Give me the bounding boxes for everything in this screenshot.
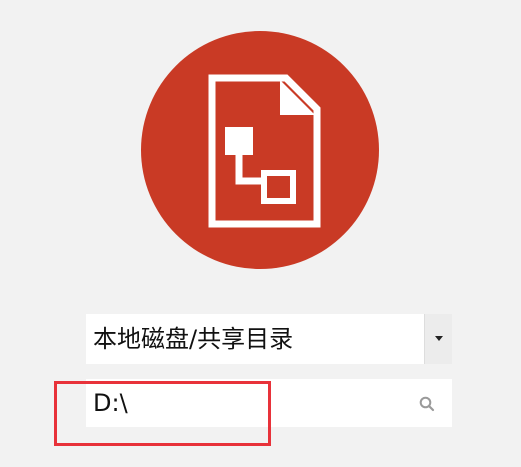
dropdown-toggle[interactable] — [424, 314, 452, 364]
search-icon[interactable] — [418, 395, 436, 413]
storage-source-select[interactable]: 本地磁盘/共享目录 — [86, 314, 452, 364]
path-input[interactable] — [93, 379, 393, 427]
file-diagram-icon — [208, 74, 321, 228]
storage-source-selected-value: 本地磁盘/共享目录 — [93, 325, 294, 353]
app-logo — [141, 31, 379, 269]
caret-down-icon — [435, 336, 443, 341]
path-search-box — [86, 379, 452, 427]
